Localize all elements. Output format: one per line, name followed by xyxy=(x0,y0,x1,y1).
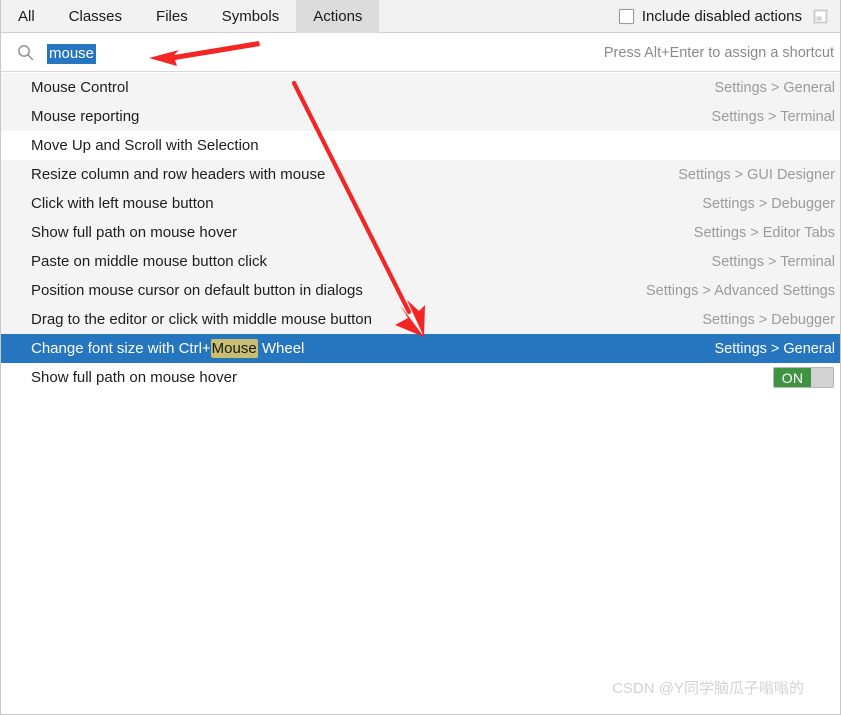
result-row-mouse-control[interactable]: Mouse Control Settings > General xyxy=(1,73,840,102)
result-title: Move Up and Scroll with Selection xyxy=(31,137,259,154)
result-row-mouse-reporting[interactable]: Mouse reporting Settings > Terminal xyxy=(1,102,840,131)
search-everywhere-window: All Classes Files Symbols Actions Includ… xyxy=(0,0,841,715)
include-disabled-actions-label: Include disabled actions xyxy=(641,7,802,25)
result-location: Settings > Terminal xyxy=(711,253,835,270)
search-bar[interactable]: mouse Press Alt+Enter to assign a shortc… xyxy=(1,33,840,72)
result-location: Settings > General xyxy=(714,79,835,96)
result-title: Mouse reporting xyxy=(31,108,140,125)
tab-classes-label: Classes xyxy=(68,8,123,25)
watermark: CSDN @Y同学脑瓜子嗡嗡的 xyxy=(612,680,804,697)
tab-files-label: Files xyxy=(156,8,188,25)
result-location: Settings > Editor Tabs xyxy=(693,224,835,241)
result-title: Resize column and row headers with mouse xyxy=(31,166,326,183)
result-toggle-switch[interactable]: ON xyxy=(773,367,834,388)
tab-bar: All Classes Files Symbols Actions Includ… xyxy=(1,0,840,33)
result-row-resize-column-and-row-headers[interactable]: Resize column and row headers with mouse… xyxy=(1,160,840,189)
tab-classes[interactable]: Classes xyxy=(52,0,139,33)
result-row-paste-on-middle-mouse-button-click[interactable]: Paste on middle mouse button click Setti… xyxy=(1,247,840,276)
result-title: Drag to the editor or click with middle … xyxy=(31,311,372,328)
tab-symbols[interactable]: Symbols xyxy=(205,0,297,33)
include-disabled-actions-checkbox[interactable]: Include disabled actions xyxy=(618,7,802,25)
search-results-list[interactable]: Mouse Control Settings > General Mouse r… xyxy=(1,73,840,392)
result-location: Settings > Debugger xyxy=(702,311,835,328)
tab-bar-right-controls: Include disabled actions xyxy=(618,0,840,32)
result-row-click-with-left-mouse-button[interactable]: Click with left mouse button Settings > … xyxy=(1,189,840,218)
result-title: Change font size with Ctrl+Mouse Wheel xyxy=(31,339,305,358)
result-row-move-up-and-scroll-with-selection[interactable]: Move Up and Scroll with Selection xyxy=(1,131,840,160)
checkbox-icon[interactable] xyxy=(618,8,634,24)
tab-all[interactable]: All xyxy=(1,0,52,33)
result-location: Settings > Advanced Settings xyxy=(645,282,835,299)
tab-all-label: All xyxy=(18,8,35,25)
search-input[interactable]: mouse xyxy=(47,44,97,64)
tab-actions-label: Actions xyxy=(313,8,363,25)
search-icon xyxy=(17,44,34,61)
shortcut-hint-label: Press Alt+Enter to assign a shortcut xyxy=(603,45,834,61)
result-location: Settings > General xyxy=(714,340,835,357)
result-location: Settings > Terminal xyxy=(711,108,835,125)
result-title: Show full path on mouse hover xyxy=(31,369,237,386)
result-row-show-full-path-on-mouse-hover-toggle[interactable]: Show full path on mouse hover ON xyxy=(1,363,840,392)
tool-window-icon[interactable] xyxy=(811,7,830,26)
result-row-position-mouse-cursor-on-default-button[interactable]: Position mouse cursor on default button … xyxy=(1,276,840,305)
result-title: Mouse Control xyxy=(31,79,129,96)
result-title-after: Wheel xyxy=(257,340,305,357)
tab-symbols-label: Symbols xyxy=(221,8,280,25)
result-row-drag-to-the-editor-or-click-with-middle-mouse-button[interactable]: Drag to the editor or click with middle … xyxy=(1,305,840,334)
result-title: Paste on middle mouse button click xyxy=(31,253,267,270)
result-location: Settings > GUI Designer xyxy=(678,166,835,183)
result-row-show-full-path-on-mouse-hover-editor-tabs[interactable]: Show full path on mouse hover Settings >… xyxy=(1,218,840,247)
result-row-change-font-size-with-ctrl-mouse-wheel[interactable]: Change font size with Ctrl+Mouse Wheel S… xyxy=(1,334,840,363)
result-title: Show full path on mouse hover xyxy=(31,224,237,241)
tab-actions[interactable]: Actions xyxy=(296,0,380,33)
result-title: Position mouse cursor on default button … xyxy=(31,282,363,299)
toggle-knob[interactable] xyxy=(811,368,833,387)
result-location: Settings > Debugger xyxy=(702,195,835,212)
result-title-before: Change font size with Ctrl+ xyxy=(31,340,211,357)
result-title: Click with left mouse button xyxy=(31,195,214,212)
tab-files[interactable]: Files xyxy=(139,0,205,33)
toggle-on-label: ON xyxy=(774,368,811,387)
result-title-match-highlight: Mouse xyxy=(210,339,258,358)
